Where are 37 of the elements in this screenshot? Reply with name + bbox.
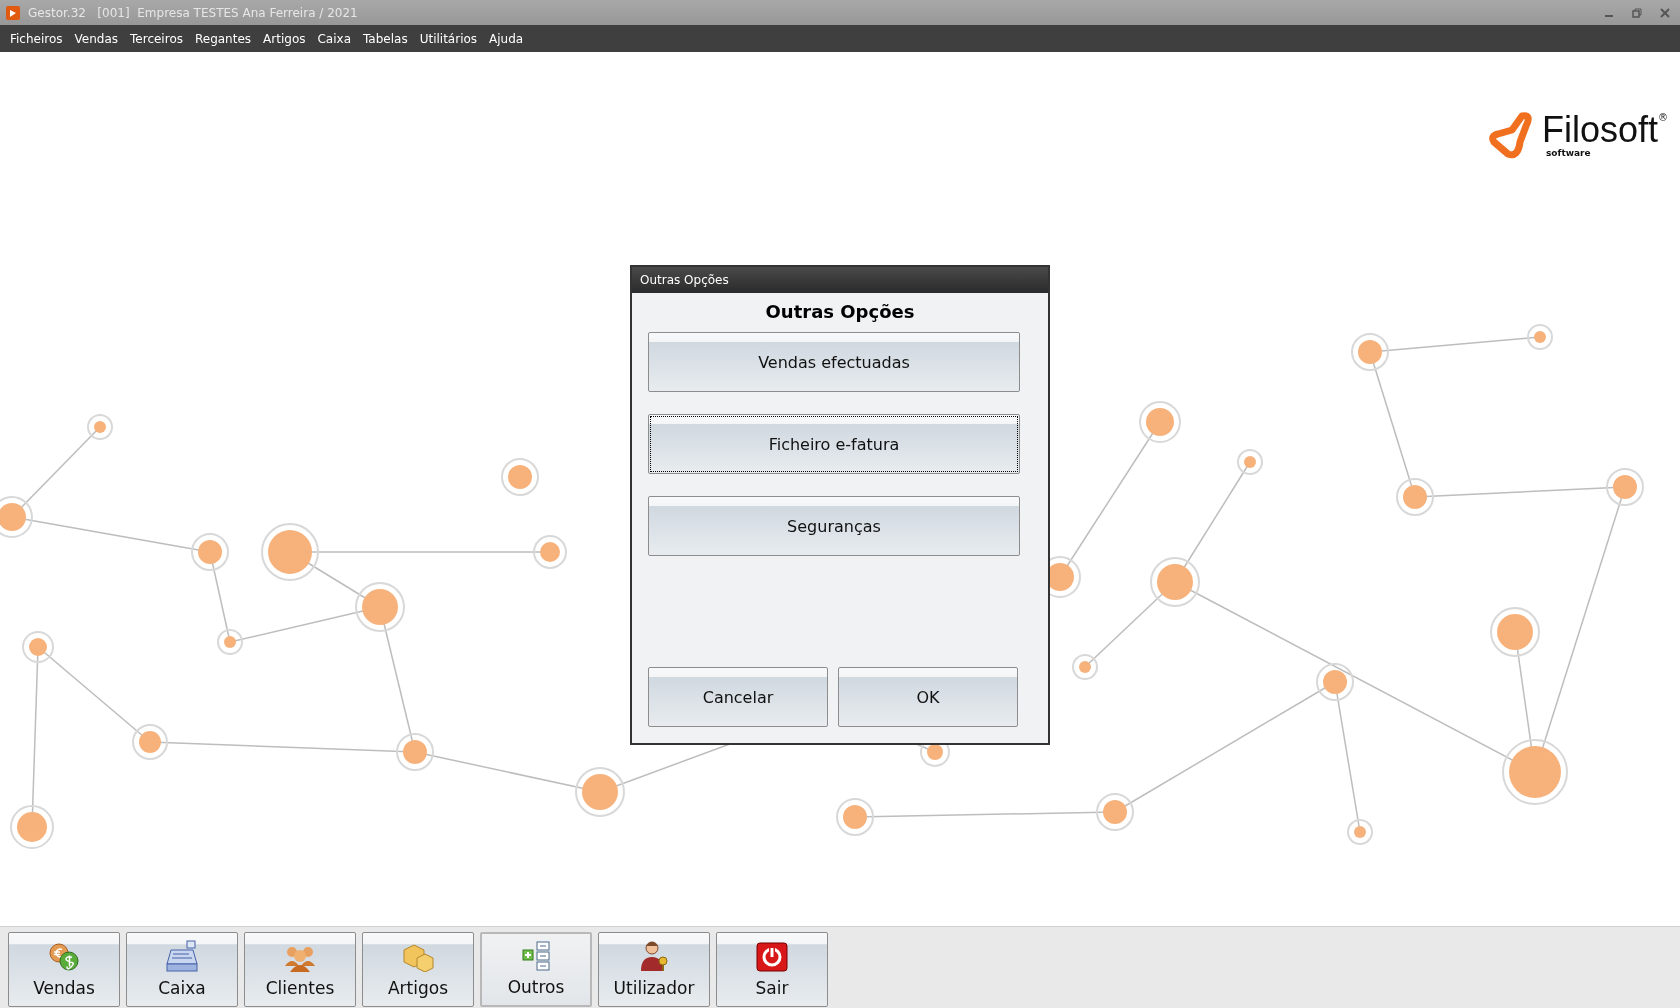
option-button[interactable]: Ficheiro e-fatura [648,414,1020,474]
window-title: Gestor.32 [001] Empresa TESTES Ana Ferreira / 2021 [28,5,359,20]
toolbar-button[interactable]: Utilizador [598,932,710,1007]
boxes-icon [401,942,435,972]
toolbar-button[interactable]: Outros [480,932,592,1007]
menu-item[interactable]: Ficheiros [4,31,69,46]
toolbar-button[interactable]: Clientes [244,932,356,1007]
power-icon [756,942,788,972]
restore-icon[interactable] [1632,7,1642,18]
option-button[interactable]: Vendas efectuadas [648,332,1020,392]
menu-item[interactable]: Caixa [311,31,357,46]
menu-item[interactable]: Regantes [188,31,258,46]
menu-item[interactable]: Utilitários [413,31,484,46]
dialog-title: Outras Opções [640,273,729,287]
cash-register-icon [165,940,199,972]
menu-item[interactable]: Ajuda [483,31,530,46]
option-button[interactable]: Seguranças [648,496,1020,556]
menu-item[interactable]: Tabelas [357,31,414,46]
app-icon [6,5,20,20]
people-icon [284,944,316,972]
dialog-heading: Outras Opções [764,301,916,322]
menu-item[interactable]: Artigos [257,31,312,46]
logo-tagline: software [1545,148,1591,158]
toolbar-button[interactable]: Caixa [126,932,238,1007]
ok-button[interactable]: OK [838,667,1018,727]
registered-mark: ® [1658,112,1668,123]
toolbar-button[interactable]: Artigos [362,932,474,1007]
toolbar-button[interactable]: Sair [716,932,828,1007]
user-key-icon [639,940,669,972]
toolbar-button[interactable]: Vendas [8,932,120,1007]
close-icon[interactable] [1660,7,1670,18]
coins-icon [48,942,80,972]
menu-item[interactable]: Vendas [68,31,125,46]
list-icon [522,941,550,971]
logo-name: Filosoft [1541,112,1658,148]
cancel-button[interactable]: Cancelar [648,667,828,727]
menu-item[interactable]: Terceiros [124,31,189,46]
